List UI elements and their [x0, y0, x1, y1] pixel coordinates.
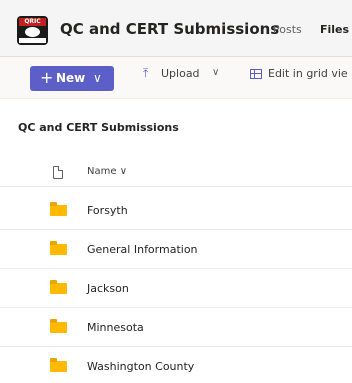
folder-icon [50, 241, 67, 255]
folder-icon [50, 280, 67, 294]
tab-files[interactable]: Files [320, 23, 349, 36]
folder-name[interactable]: Minnesota [87, 321, 144, 334]
upload-icon[interactable]: ⤒ [143, 66, 148, 81]
folder-icon [50, 202, 67, 216]
table-row[interactable]: Forsyth [0, 191, 352, 230]
chevron-down-icon: ∨ [93, 71, 102, 85]
tab-posts[interactable]: Posts [273, 23, 302, 36]
upload-button[interactable]: Upload [161, 67, 200, 80]
folder-name[interactable]: Forsyth [87, 204, 128, 217]
folder-icon [50, 319, 67, 333]
team-logo-text: QRIC [19, 18, 46, 26]
team-header: QRIC QC and CERT Submissions Posts Files [0, 0, 352, 57]
grid-view-icon[interactable] [250, 69, 262, 79]
folder-name[interactable]: General Information [87, 243, 198, 256]
table-row[interactable]: General Information [0, 230, 352, 269]
new-button-label: New [56, 71, 86, 85]
new-button[interactable]: + New ∨ [30, 66, 114, 91]
breadcrumb[interactable]: QC and CERT Submissions [18, 121, 179, 134]
table-row[interactable]: Washington County [0, 347, 352, 383]
folder-name[interactable]: Washington County [87, 360, 194, 373]
file-type-icon [53, 166, 63, 179]
chevron-down-icon[interactable]: ∨ [212, 67, 219, 78]
table-row[interactable]: Jackson [0, 269, 352, 308]
plus-icon: + [40, 68, 54, 87]
folder-name[interactable]: Jackson [87, 282, 129, 295]
folder-icon [50, 358, 67, 372]
edit-in-grid-view-button[interactable]: Edit in grid vie [268, 67, 348, 80]
column-header-row: Name ∨ [0, 157, 352, 187]
table-row[interactable]: Minnesota [0, 308, 352, 347]
name-column-header[interactable]: Name ∨ [87, 166, 127, 177]
team-logo-icon: QRIC [17, 16, 48, 45]
team-title: QC and CERT Submissions [60, 20, 280, 38]
